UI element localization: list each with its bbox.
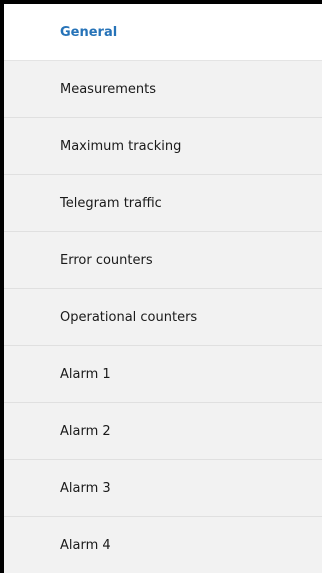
sidebar-item-error-counters[interactable]: Error counters xyxy=(4,232,322,289)
sidebar-item-telegram-traffic[interactable]: Telegram traffic xyxy=(4,175,322,232)
sidebar-item-alarm-3[interactable]: Alarm 3 xyxy=(4,460,322,517)
sidebar-item-alarm-1[interactable]: Alarm 1 xyxy=(4,346,322,403)
navigation-panel: General Measurements Maximum tracking Te… xyxy=(0,0,322,573)
sidebar-item-alarm-4[interactable]: Alarm 4 xyxy=(4,517,322,573)
sidebar-item-alarm-2[interactable]: Alarm 2 xyxy=(4,403,322,460)
sidebar-item-general[interactable]: General xyxy=(4,4,322,61)
sidebar-menu: General Measurements Maximum tracking Te… xyxy=(4,4,322,573)
sidebar-item-maximum-tracking[interactable]: Maximum tracking xyxy=(4,118,322,175)
sidebar-item-measurements[interactable]: Measurements xyxy=(4,61,322,118)
sidebar-item-operational-counters[interactable]: Operational counters xyxy=(4,289,322,346)
